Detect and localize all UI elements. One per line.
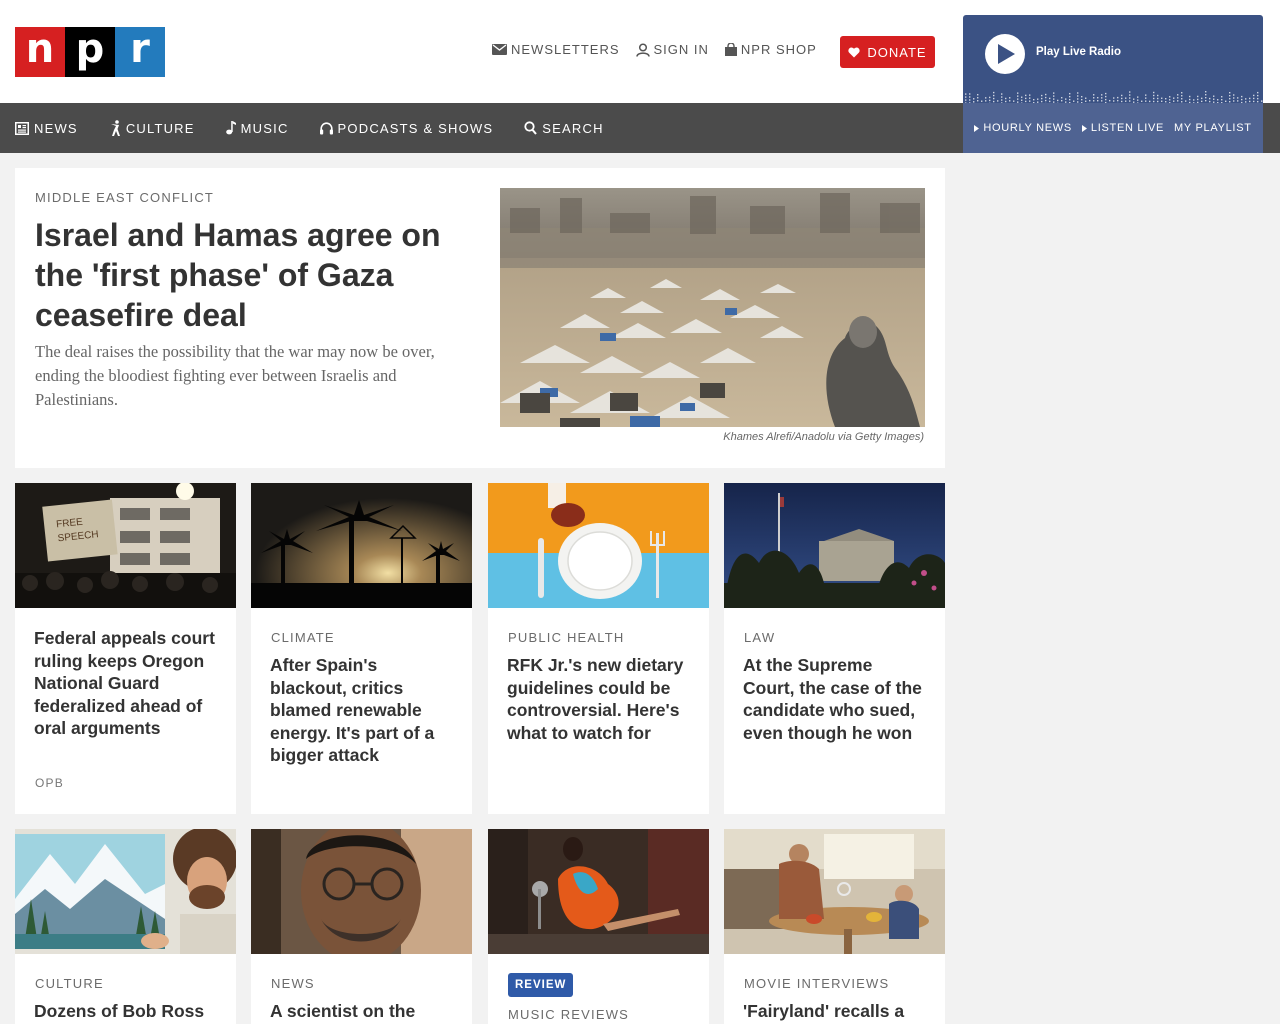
review-badge: Review	[508, 973, 574, 997]
play-button[interactable]	[985, 34, 1025, 74]
story-card: Review Music Reviews	[488, 829, 709, 1024]
listen-live-label: Listen Live	[1090, 122, 1165, 134]
story-image[interactable]	[488, 829, 709, 954]
story-card: News A scientist on the	[251, 829, 472, 1024]
story-headline[interactable]: 'Fairyland' recalls a	[743, 1000, 928, 1023]
story-card: Climate After Spain's blackout, critics …	[251, 483, 472, 814]
story-headline[interactable]: After Spain's blackout, critics blamed r…	[270, 654, 455, 767]
nav-item-news[interactable]: News	[15, 121, 78, 136]
nav-podcasts-label: Podcasts & Shows	[337, 120, 494, 136]
newspaper-icon	[15, 121, 29, 135]
donate-label: Donate	[867, 44, 927, 60]
featured-headline[interactable]: Israel and Hamas agree on the 'first pha…	[35, 215, 465, 335]
headphones-icon	[319, 121, 333, 134]
story-headline[interactable]: A scientist on the	[270, 1000, 455, 1023]
story-headline[interactable]: Dozens of Bob Ross	[34, 1000, 219, 1023]
sign-in-link[interactable]: Sign In	[635, 42, 709, 57]
live-radio-player: Play Live Radio Hourly News Listen Live …	[963, 15, 1263, 153]
nav-news-label: News	[34, 120, 78, 136]
story-card: Public Health RFK Jr.'s new dietary guid…	[488, 483, 709, 814]
story-image[interactable]	[724, 829, 945, 954]
story-card: Movie Interviews 'Fairyland' recalls a	[724, 829, 945, 1024]
nav-item-podcasts[interactable]: Podcasts & Shows	[319, 120, 494, 136]
npr-logo[interactable]: n p r	[15, 27, 165, 77]
story-source: OPB	[35, 776, 64, 790]
story-kicker[interactable]: News	[271, 976, 315, 991]
play-icon	[998, 44, 1015, 64]
story-headline[interactable]: RFK Jr.'s new dietary guidelines could b…	[507, 654, 692, 744]
nav-culture-label: Culture	[125, 120, 195, 136]
story-kicker[interactable]: Culture	[35, 976, 104, 991]
envelope-icon	[492, 44, 507, 55]
story-headline[interactable]: Federal appeals court ruling keeps Orego…	[34, 627, 219, 740]
story-image[interactable]	[15, 829, 236, 954]
newsletters-label: Newsletters	[511, 42, 620, 57]
culture-icon	[110, 120, 120, 136]
donate-button[interactable]: Donate	[840, 36, 935, 68]
nav-item-culture[interactable]: Culture	[109, 120, 195, 136]
nav-item-music[interactable]: Music	[225, 120, 289, 136]
story-image[interactable]	[251, 829, 472, 954]
story-kicker[interactable]: Public Health	[508, 630, 625, 645]
user-icon	[635, 42, 650, 57]
story-kicker[interactable]: Law	[744, 630, 775, 645]
featured-image-credit: Khames Alrefi/Anadolu via Getty Images)	[723, 431, 924, 443]
hourly-news-link[interactable]: Hourly News	[974, 122, 1072, 134]
featured-image[interactable]	[500, 188, 925, 427]
logo-letter-r: r	[115, 27, 165, 77]
logo-letter-p: p	[65, 27, 115, 77]
audio-waveform	[965, 91, 1263, 103]
npr-shop-label: NPR Shop	[740, 42, 817, 57]
player-links: Hourly News Listen Live My Playlist	[963, 103, 1263, 153]
npr-shop-link[interactable]: NPR Shop	[724, 42, 817, 57]
story-card: FREE SPEECH Federal appeals court ruling…	[15, 483, 236, 814]
my-playlist-link[interactable]: My Playlist	[1174, 122, 1252, 134]
story-kicker[interactable]: Music Reviews	[508, 1007, 629, 1022]
story-image[interactable]	[251, 483, 472, 608]
small-play-icon	[1081, 124, 1087, 132]
small-play-icon	[974, 124, 980, 132]
heart-icon	[848, 47, 861, 57]
story-image[interactable]	[724, 483, 945, 608]
utility-nav: Newsletters Sign In NPR Shop	[492, 42, 817, 57]
story-kicker[interactable]: Movie Interviews	[744, 976, 889, 991]
nav-item-search[interactable]: Search	[524, 121, 603, 136]
logo-letter-n: n	[15, 27, 65, 77]
shopping-bag-icon	[724, 43, 737, 56]
my-playlist-label: My Playlist	[1174, 122, 1252, 134]
story-headline[interactable]: At the Supreme Court, the case of the ca…	[743, 654, 928, 744]
nav-search-label: Search	[542, 120, 604, 136]
listen-live-link[interactable]: Listen Live	[1081, 122, 1165, 134]
featured-story: Middle East conflict Israel and Hamas ag…	[15, 168, 945, 468]
featured-kicker[interactable]: Middle East conflict	[35, 190, 214, 205]
play-live-radio-label: Play Live Radio	[1036, 46, 1122, 58]
newsletters-link[interactable]: Newsletters	[492, 42, 620, 57]
nav-music-label: Music	[240, 120, 289, 136]
featured-teaser: The deal raises the possibility that the…	[35, 342, 435, 409]
story-image[interactable]	[488, 483, 709, 608]
hourly-news-label: Hourly News	[983, 122, 1072, 134]
story-card: Law At the Supreme Court, the case of th…	[724, 483, 945, 814]
music-note-icon	[225, 121, 236, 135]
story-card: Culture Dozens of Bob Ross	[15, 829, 236, 1024]
story-image[interactable]: FREE SPEECH	[15, 483, 236, 608]
search-icon	[524, 121, 538, 135]
sign-in-label: Sign In	[653, 42, 709, 57]
story-kicker[interactable]: Climate	[271, 630, 335, 645]
